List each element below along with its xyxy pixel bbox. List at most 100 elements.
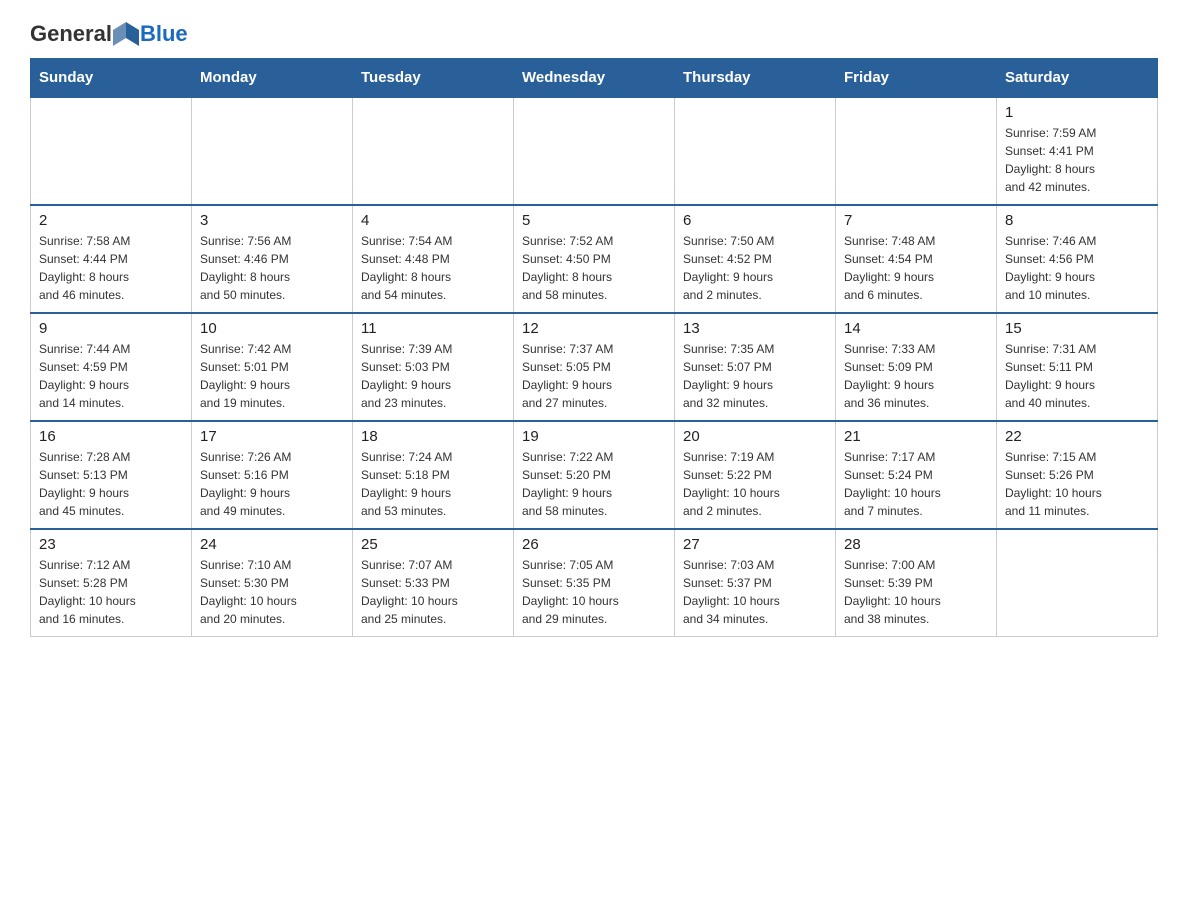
day-number: 6 xyxy=(683,212,827,229)
weekday-header-thursday: Thursday xyxy=(675,59,836,98)
calendar-cell xyxy=(836,97,997,205)
day-number: 11 xyxy=(361,320,505,337)
day-number: 8 xyxy=(1005,212,1149,229)
calendar-cell: 21Sunrise: 7:17 AMSunset: 5:24 PMDayligh… xyxy=(836,421,997,529)
day-info: Sunrise: 7:33 AMSunset: 5:09 PMDaylight:… xyxy=(844,340,988,412)
logo-text-general: General xyxy=(30,21,112,47)
calendar-cell: 4 Sunrise: 7:54 AMSunset: 4:48 PMDaylight… xyxy=(353,205,514,313)
calendar-cell: 23 Sunrise: 7:12 AMSunset: 5:28 PMDayligh… xyxy=(31,529,192,637)
calendar-cell: 10 Sunrise: 7:42 AMSunset: 5:01 PMDayligh… xyxy=(192,313,353,421)
day-number: 24 xyxy=(200,536,344,553)
day-info: Sunrise: 7:24 AMSunset: 5:18 PMDaylight:… xyxy=(361,448,505,520)
calendar-cell xyxy=(514,97,675,205)
day-number: 25 xyxy=(361,536,505,553)
day-number: 10 xyxy=(200,320,344,337)
day-info: Sunrise: 7:26 AMSunset: 5:16 PMDaylight:… xyxy=(200,448,344,520)
day-number: 20 xyxy=(683,428,827,445)
day-info: Sunrise: 7:00 AMSunset: 5:39 PMDaylight:… xyxy=(844,556,988,628)
calendar-cell: 26Sunrise: 7:05 AMSunset: 5:35 PMDayligh… xyxy=(514,529,675,637)
weekday-header-monday: Monday xyxy=(192,59,353,98)
calendar-cell: 3 Sunrise: 7:56 AMSunset: 4:46 PMDaylight… xyxy=(192,205,353,313)
day-info: Sunrise: 7:56 AMSunset: 4:46 PMDaylight:… xyxy=(200,232,344,304)
day-info: Sunrise: 7:59 AMSunset: 4:41 PMDaylight:… xyxy=(1005,124,1149,196)
day-number: 22 xyxy=(1005,428,1149,445)
day-number: 23 xyxy=(39,536,183,553)
day-number: 4 xyxy=(361,212,505,229)
day-info: Sunrise: 7:19 AMSunset: 5:22 PMDaylight:… xyxy=(683,448,827,520)
calendar-cell: 27Sunrise: 7:03 AMSunset: 5:37 PMDayligh… xyxy=(675,529,836,637)
calendar-cell xyxy=(192,97,353,205)
day-info: Sunrise: 7:39 AMSunset: 5:03 PMDaylight:… xyxy=(361,340,505,412)
calendar-cell: 1 Sunrise: 7:59 AMSunset: 4:41 PMDaylight… xyxy=(997,97,1158,205)
day-number: 15 xyxy=(1005,320,1149,337)
day-info: Sunrise: 7:50 AMSunset: 4:52 PMDaylight:… xyxy=(683,232,827,304)
calendar-week-row: 2 Sunrise: 7:58 AMSunset: 4:44 PMDaylight… xyxy=(31,205,1158,313)
day-info: Sunrise: 7:58 AMSunset: 4:44 PMDaylight:… xyxy=(39,232,183,304)
calendar-cell: 9Sunrise: 7:44 AMSunset: 4:59 PMDaylight… xyxy=(31,313,192,421)
day-number: 14 xyxy=(844,320,988,337)
day-number: 17 xyxy=(200,428,344,445)
day-info: Sunrise: 7:35 AMSunset: 5:07 PMDaylight:… xyxy=(683,340,827,412)
calendar-cell: 14 Sunrise: 7:33 AMSunset: 5:09 PMDayligh… xyxy=(836,313,997,421)
calendar-cell: 28 Sunrise: 7:00 AMSunset: 5:39 PMDayligh… xyxy=(836,529,997,637)
day-info: Sunrise: 7:05 AMSunset: 5:35 PMDaylight:… xyxy=(522,556,666,628)
weekday-header-sunday: Sunday xyxy=(31,59,192,98)
calendar-cell: 6 Sunrise: 7:50 AMSunset: 4:52 PMDaylight… xyxy=(675,205,836,313)
logo: General Blue xyxy=(30,20,188,48)
day-number: 13 xyxy=(683,320,827,337)
calendar-cell: 2 Sunrise: 7:58 AMSunset: 4:44 PMDaylight… xyxy=(31,205,192,313)
weekday-header-saturday: Saturday xyxy=(997,59,1158,98)
day-info: Sunrise: 7:22 AMSunset: 5:20 PMDaylight:… xyxy=(522,448,666,520)
logo-text-blue: Blue xyxy=(140,21,188,47)
day-info: Sunrise: 7:37 AMSunset: 5:05 PMDaylight:… xyxy=(522,340,666,412)
weekday-header-row: SundayMondayTuesdayWednesdayThursdayFrid… xyxy=(31,59,1158,98)
day-info: Sunrise: 7:52 AMSunset: 4:50 PMDaylight:… xyxy=(522,232,666,304)
calendar-cell: 22Sunrise: 7:15 AMSunset: 5:26 PMDayligh… xyxy=(997,421,1158,529)
calendar-cell: 18 Sunrise: 7:24 AMSunset: 5:18 PMDayligh… xyxy=(353,421,514,529)
day-info: Sunrise: 7:42 AMSunset: 5:01 PMDaylight:… xyxy=(200,340,344,412)
day-number: 2 xyxy=(39,212,183,229)
day-number: 16 xyxy=(39,428,183,445)
page-header: General Blue xyxy=(30,20,1158,48)
calendar-cell: 11 Sunrise: 7:39 AMSunset: 5:03 PMDayligh… xyxy=(353,313,514,421)
day-info: Sunrise: 7:44 AMSunset: 4:59 PMDaylight:… xyxy=(39,340,183,412)
calendar-cell xyxy=(31,97,192,205)
day-info: Sunrise: 7:54 AMSunset: 4:48 PMDaylight:… xyxy=(361,232,505,304)
calendar-cell: 17 Sunrise: 7:26 AMSunset: 5:16 PMDayligh… xyxy=(192,421,353,529)
calendar-cell: 13 Sunrise: 7:35 AMSunset: 5:07 PMDayligh… xyxy=(675,313,836,421)
calendar-cell: 7Sunrise: 7:48 AMSunset: 4:54 PMDaylight… xyxy=(836,205,997,313)
day-number: 3 xyxy=(200,212,344,229)
calendar-cell: 12 Sunrise: 7:37 AMSunset: 5:05 PMDayligh… xyxy=(514,313,675,421)
day-number: 21 xyxy=(844,428,988,445)
day-number: 28 xyxy=(844,536,988,553)
day-number: 5 xyxy=(522,212,666,229)
calendar-cell: 16 Sunrise: 7:28 AMSunset: 5:13 PMDayligh… xyxy=(31,421,192,529)
day-number: 12 xyxy=(522,320,666,337)
day-info: Sunrise: 7:28 AMSunset: 5:13 PMDaylight:… xyxy=(39,448,183,520)
calendar-table: SundayMondayTuesdayWednesdayThursdayFrid… xyxy=(30,58,1158,637)
weekday-header-wednesday: Wednesday xyxy=(514,59,675,98)
day-info: Sunrise: 7:31 AMSunset: 5:11 PMDaylight:… xyxy=(1005,340,1149,412)
calendar-week-row: 23 Sunrise: 7:12 AMSunset: 5:28 PMDayligh… xyxy=(31,529,1158,637)
day-number: 18 xyxy=(361,428,505,445)
logo-flag-icon xyxy=(113,20,139,48)
calendar-cell: 15 Sunrise: 7:31 AMSunset: 5:11 PMDayligh… xyxy=(997,313,1158,421)
calendar-week-row: 16 Sunrise: 7:28 AMSunset: 5:13 PMDayligh… xyxy=(31,421,1158,529)
calendar-cell xyxy=(353,97,514,205)
day-info: Sunrise: 7:10 AMSunset: 5:30 PMDaylight:… xyxy=(200,556,344,628)
day-info: Sunrise: 7:46 AMSunset: 4:56 PMDaylight:… xyxy=(1005,232,1149,304)
calendar-cell: 25 Sunrise: 7:07 AMSunset: 5:33 PMDayligh… xyxy=(353,529,514,637)
day-info: Sunrise: 7:07 AMSunset: 5:33 PMDaylight:… xyxy=(361,556,505,628)
calendar-week-row: 9Sunrise: 7:44 AMSunset: 4:59 PMDaylight… xyxy=(31,313,1158,421)
calendar-cell: 20 Sunrise: 7:19 AMSunset: 5:22 PMDayligh… xyxy=(675,421,836,529)
day-number: 1 xyxy=(1005,104,1149,121)
day-info: Sunrise: 7:12 AMSunset: 5:28 PMDaylight:… xyxy=(39,556,183,628)
day-number: 7 xyxy=(844,212,988,229)
calendar-cell xyxy=(997,529,1158,637)
calendar-cell xyxy=(675,97,836,205)
calendar-cell: 5 Sunrise: 7:52 AMSunset: 4:50 PMDaylight… xyxy=(514,205,675,313)
day-info: Sunrise: 7:03 AMSunset: 5:37 PMDaylight:… xyxy=(683,556,827,628)
calendar-cell: 24 Sunrise: 7:10 AMSunset: 5:30 PMDayligh… xyxy=(192,529,353,637)
calendar-week-row: 1 Sunrise: 7:59 AMSunset: 4:41 PMDaylight… xyxy=(31,97,1158,205)
calendar-cell: 8 Sunrise: 7:46 AMSunset: 4:56 PMDaylight… xyxy=(997,205,1158,313)
